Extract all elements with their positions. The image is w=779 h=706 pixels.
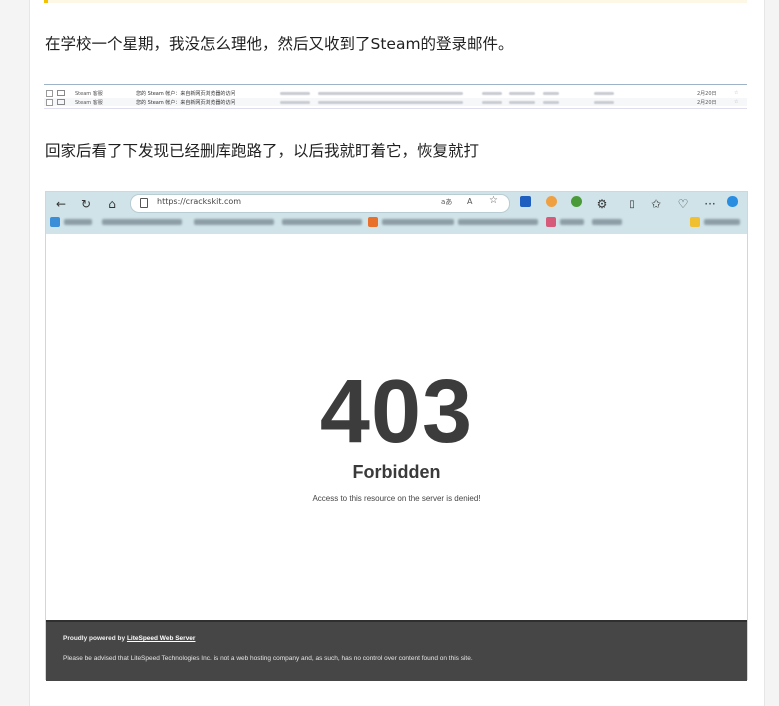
star-icon: ☆: [734, 99, 739, 105]
more-menu-icon[interactable]: ···: [701, 195, 719, 213]
extension-icon[interactable]: [571, 196, 582, 207]
litespeed-link[interactable]: LiteSpeed Web Server: [127, 635, 196, 642]
blurred-text: [509, 91, 535, 95]
bookmark-item[interactable]: [382, 219, 454, 225]
extension-icon[interactable]: [546, 196, 557, 207]
error-title: Forbidden: [352, 462, 441, 482]
bookmarks-bar: [46, 214, 747, 232]
email-row: Steam 客服 您的 Steam 帐户：来自新网页浏览器的访问 2月20日 ☆: [44, 98, 747, 106]
blurred-text: [543, 91, 559, 95]
bookmark-item[interactable]: [102, 219, 182, 225]
email-date: 2月20日: [697, 90, 717, 97]
quote-marker: [44, 0, 48, 3]
bookmark-item[interactable]: [458, 219, 538, 225]
refresh-icon[interactable]: ↻: [77, 195, 95, 213]
post-paragraph: 回家后看了下发现已经删库跑路了，以后我就盯着它，恢复就打: [45, 142, 480, 160]
settings-gear-icon[interactable]: ⚙: [593, 195, 611, 213]
footer-disclaimer: Please be advised that LiteSpeed Technol…: [63, 655, 473, 662]
checkbox-icon: [46, 98, 53, 106]
blurred-text: [482, 100, 502, 104]
browser-screenshot: ← ↻ ⌂ https://crackskit.com aあ A ☆ ⚙ ▯ ✩…: [45, 191, 748, 681]
web-page: 403 Forbidden Access to this resource on…: [46, 234, 747, 620]
blurred-text: [318, 91, 463, 95]
bookmark-item[interactable]: [592, 219, 622, 225]
copilot-icon[interactable]: [727, 196, 738, 207]
powered-by-line: Proudly powered by LiteSpeed Web Server: [63, 635, 195, 642]
text-size-icon[interactable]: A: [467, 197, 472, 206]
error-message: Access to this resource on the server is…: [312, 494, 481, 503]
bookmark-icon[interactable]: [368, 217, 378, 227]
blurred-text: [280, 100, 310, 104]
post-paragraph: 在学校一个星期，我没怎么理他，然后又收到了Steam的登录邮件。: [45, 35, 514, 53]
bookmark-item[interactable]: [704, 219, 740, 225]
favorites-icon[interactable]: ✩: [647, 195, 665, 213]
bookmark-item[interactable]: [194, 219, 274, 225]
email-row: Steam 客服 您的 Steam 帐户：来自新网页浏览器的访问 2月20日 ☆: [44, 89, 747, 97]
favorite-star-icon[interactable]: ☆: [489, 195, 498, 206]
email-sender: Steam 客服: [75, 90, 103, 97]
star-icon: ☆: [734, 90, 739, 96]
server-footer: Proudly powered by LiteSpeed Web Server …: [46, 620, 747, 681]
split-screen-icon[interactable]: ▯: [623, 195, 641, 213]
lock-icon: [140, 198, 148, 208]
url-text: https://crackskit.com: [157, 197, 242, 206]
back-arrow-icon[interactable]: ←: [52, 195, 70, 213]
checkbox-icon: [46, 89, 53, 97]
error-code: 403: [319, 362, 474, 462]
email-date: 2月20日: [697, 99, 717, 106]
quote-block-edge: [44, 0, 747, 3]
home-icon[interactable]: ⌂: [103, 195, 121, 213]
browser-essentials-icon[interactable]: ♡: [674, 195, 692, 213]
blurred-text: [594, 100, 614, 104]
email-list-screenshot: Steam 客服 您的 Steam 帐户：来自新网页浏览器的访问 2月20日 ☆…: [44, 84, 747, 109]
bookmark-item[interactable]: [282, 219, 362, 225]
powered-by-text: Proudly powered by: [63, 635, 126, 642]
blurred-text: [482, 91, 502, 95]
envelope-icon: [57, 99, 65, 105]
extension-icon[interactable]: [520, 196, 531, 207]
envelope-icon: [57, 90, 65, 96]
bookmark-icon[interactable]: [50, 217, 60, 227]
bookmark-folder-icon[interactable]: [690, 217, 700, 227]
address-bar[interactable]: https://crackskit.com aあ A ☆: [130, 194, 510, 213]
blurred-text: [543, 100, 559, 104]
email-sender: Steam 客服: [75, 99, 103, 106]
blurred-text: [509, 100, 535, 104]
email-subject: 您的 Steam 帐户：来自新网页浏览器的访问: [136, 99, 236, 106]
blurred-text: [280, 91, 310, 95]
blurred-text: [594, 91, 614, 95]
read-aloud-icon[interactable]: aあ: [441, 197, 452, 207]
blurred-text: [318, 100, 463, 104]
browser-toolbar: ← ↻ ⌂ https://crackskit.com aあ A ☆ ⚙ ▯ ✩…: [46, 192, 747, 234]
bookmark-item[interactable]: [560, 219, 584, 225]
bookmark-icon[interactable]: [546, 217, 556, 227]
bookmark-item[interactable]: [64, 219, 92, 225]
email-subject: 您的 Steam 帐户：来自新网页浏览器的访问: [136, 90, 236, 97]
